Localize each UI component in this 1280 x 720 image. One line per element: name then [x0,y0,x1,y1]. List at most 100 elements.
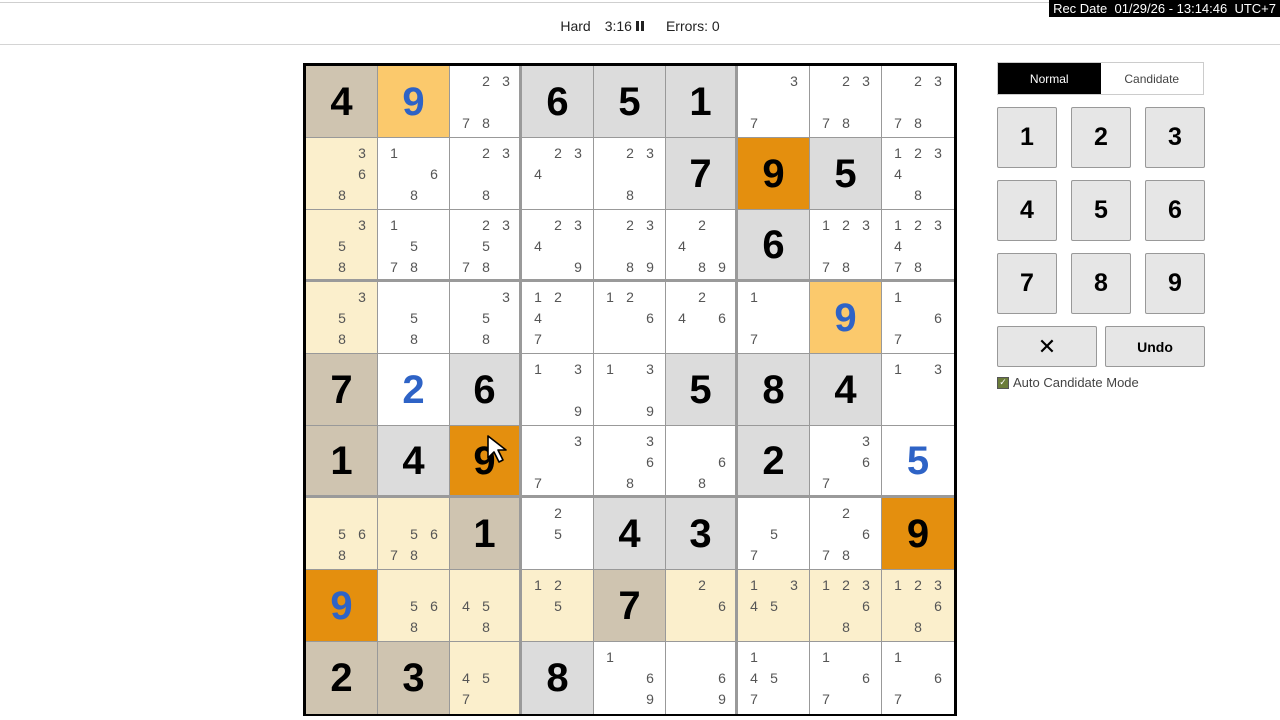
cell-r4c1[interactable]: 35 8 [306,282,378,354]
cell-r3c5[interactable]: 23 89 [594,210,666,282]
auto-candidate-checkbox[interactable]: ✓ [997,376,1009,389]
cell-r3c3[interactable]: 23578 [450,210,522,282]
cell-r5c6[interactable]: 5 [666,354,738,426]
cell-r6c6[interactable]: 68 [666,426,738,498]
cell-r5c4[interactable]: 1 3 9 [522,354,594,426]
cell-r7c1[interactable]: 568 [306,498,378,570]
cell-r1c4[interactable]: 6 [522,66,594,138]
number-button-4[interactable]: 4 [997,180,1057,241]
cell-r3c6[interactable]: 2489 [666,210,738,282]
cell-r1c3[interactable]: 23 78 [450,66,522,138]
cell-r5c9[interactable]: 13 [882,354,954,426]
cell-r3c9[interactable]: 123 4 78 [882,210,954,282]
cell-r6c8[interactable]: 3 6 7 [810,426,882,498]
candidate-notes: 123 68 [888,574,948,638]
cell-r2c2[interactable]: 1 68 [378,138,450,210]
cell-r6c7[interactable]: 2 [738,426,810,498]
cell-r7c3[interactable]: 1 [450,498,522,570]
cell-r5c3[interactable]: 6 [450,354,522,426]
cell-r6c9[interactable]: 5 [882,426,954,498]
candidate-note: 1 [390,216,398,233]
number-button-5[interactable]: 5 [1071,180,1131,241]
cell-r3c8[interactable]: 123 78 [810,210,882,282]
cell-r9c5[interactable]: 1 6 9 [594,642,666,714]
cell-r4c6[interactable]: 24 6 [666,282,738,354]
cell-r2c3[interactable]: 23 8 [450,138,522,210]
cell-r9c2[interactable]: 3 [378,642,450,714]
cell-r2c5[interactable]: 23 8 [594,138,666,210]
cell-r9c3[interactable]: 457 [450,642,522,714]
cell-r7c7[interactable]: 57 [738,498,810,570]
cell-r6c2[interactable]: 4 [378,426,450,498]
cell-r7c6[interactable]: 3 [666,498,738,570]
candidate-notes: 12 5 [528,574,588,638]
number-button-1[interactable]: 1 [997,107,1057,168]
cell-r4c9[interactable]: 1 6 7 [882,282,954,354]
auto-candidate-option[interactable]: ✓ Auto Candidate Mode [997,375,1139,390]
number-button-3[interactable]: 3 [1145,107,1205,168]
cell-r9c9[interactable]: 1 6 7 [882,642,954,714]
cell-r2c1[interactable]: 3 68 [306,138,378,210]
cell-r7c2[interactable]: 56 78 [378,498,450,570]
tab-normal[interactable]: Normal [998,63,1101,94]
cell-r5c7[interactable]: 8 [738,354,810,426]
cell-r7c9[interactable]: 9 [882,498,954,570]
cell-r8c1[interactable]: 9 [306,570,378,642]
cell-r3c2[interactable]: 1578 [378,210,450,282]
cell-r3c4[interactable]: 23 4 9 [522,210,594,282]
cell-r2c9[interactable]: 123 48 [882,138,954,210]
cell-r8c9[interactable]: 123 68 [882,570,954,642]
cell-r2c7[interactable]: 9 [738,138,810,210]
cell-r5c8[interactable]: 4 [810,354,882,426]
cell-r6c5[interactable]: 3 68 [594,426,666,498]
cell-r9c7[interactable]: 1 457 [738,642,810,714]
cell-r4c5[interactable]: 126 [594,282,666,354]
cell-r3c1[interactable]: 35 8 [306,210,378,282]
cell-r4c2[interactable]: 58 [378,282,450,354]
number-button-2[interactable]: 2 [1071,107,1131,168]
cell-r8c4[interactable]: 12 5 [522,570,594,642]
number-button-9[interactable]: 9 [1145,253,1205,314]
cell-r1c9[interactable]: 23 78 [882,66,954,138]
pause-icon[interactable] [635,21,644,31]
cell-r4c3[interactable]: 35 8 [450,282,522,354]
clear-button[interactable]: ✕ [997,326,1097,367]
candidate-note [744,523,764,544]
cell-r9c6[interactable]: 69 [666,642,738,714]
cell-r2c4[interactable]: 23 4 [522,138,594,210]
cell-r1c5[interactable]: 5 [594,66,666,138]
cell-r4c4[interactable]: 124 7 [522,282,594,354]
tab-candidate[interactable]: Candidate [1100,63,1203,94]
number-button-8[interactable]: 8 [1071,253,1131,314]
undo-button[interactable]: Undo [1105,326,1205,367]
cell-r1c1[interactable]: 4 [306,66,378,138]
cell-r1c7[interactable]: 37 [738,66,810,138]
cell-r1c8[interactable]: 23 78 [810,66,882,138]
cell-r7c8[interactable]: 26 78 [810,498,882,570]
cell-r8c6[interactable]: 26 [666,570,738,642]
cell-r6c4[interactable]: 37 [522,426,594,498]
number-button-7[interactable]: 7 [997,253,1057,314]
cell-r9c4[interactable]: 8 [522,642,594,714]
cell-r7c4[interactable]: 25 [522,498,594,570]
cell-r3c7[interactable]: 6 [738,210,810,282]
cell-r2c6[interactable]: 7 [666,138,738,210]
cell-r4c8[interactable]: 9 [810,282,882,354]
cell-r9c8[interactable]: 1 6 7 [810,642,882,714]
cell-r8c8[interactable]: 123 68 [810,570,882,642]
cell-r1c6[interactable]: 1 [666,66,738,138]
cell-r7c5[interactable]: 4 [594,498,666,570]
cell-r9c1[interactable]: 2 [306,642,378,714]
cell-r6c1[interactable]: 1 [306,426,378,498]
cell-r5c5[interactable]: 1 3 9 [594,354,666,426]
cell-r1c2[interactable]: 9 [378,66,450,138]
cell-r4c7[interactable]: 17 [738,282,810,354]
cell-r2c8[interactable]: 5 [810,138,882,210]
cell-r5c1[interactable]: 7 [306,354,378,426]
cell-r8c2[interactable]: 568 [378,570,450,642]
cell-r5c2[interactable]: 2 [378,354,450,426]
cell-r8c5[interactable]: 7 [594,570,666,642]
cell-r8c7[interactable]: 1 3 45 [738,570,810,642]
number-button-6[interactable]: 6 [1145,180,1205,241]
cell-r8c3[interactable]: 45 8 [450,570,522,642]
